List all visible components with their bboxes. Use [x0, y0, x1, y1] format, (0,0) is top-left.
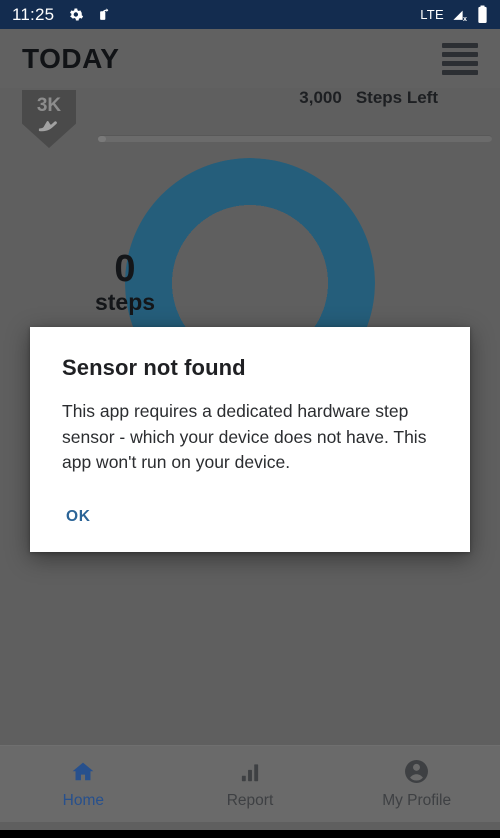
ok-button[interactable]: OK — [62, 502, 99, 536]
system-navigation-bar — [0, 830, 500, 838]
nav-item-my-profile-label: My Profile — [382, 792, 452, 809]
dialog-actions: OK — [62, 502, 440, 536]
nav-item-home[interactable]: Home — [0, 746, 167, 822]
sensor-not-found-dialog: Sensor not found This app requires a ded… — [30, 327, 470, 553]
bottom-navigation-bar: Home Report My Profile — [0, 745, 500, 822]
nav-item-report-label: Report — [226, 791, 274, 809]
app-screen: 11:25 LTE x TODAY 3K 3,000 Steps Left 0 … — [0, 0, 500, 830]
dialog-message: This app requires a dedicated hardware s… — [62, 401, 427, 473]
nav-item-report[interactable]: Report — [167, 746, 334, 822]
bar-chart-icon — [237, 759, 263, 785]
home-icon — [70, 759, 96, 785]
dialog-title: Sensor not found — [62, 355, 246, 380]
nav-item-home-label: Home — [62, 791, 105, 809]
nav-item-my-profile[interactable]: My Profile — [333, 746, 500, 822]
account-circle-icon — [403, 758, 430, 785]
